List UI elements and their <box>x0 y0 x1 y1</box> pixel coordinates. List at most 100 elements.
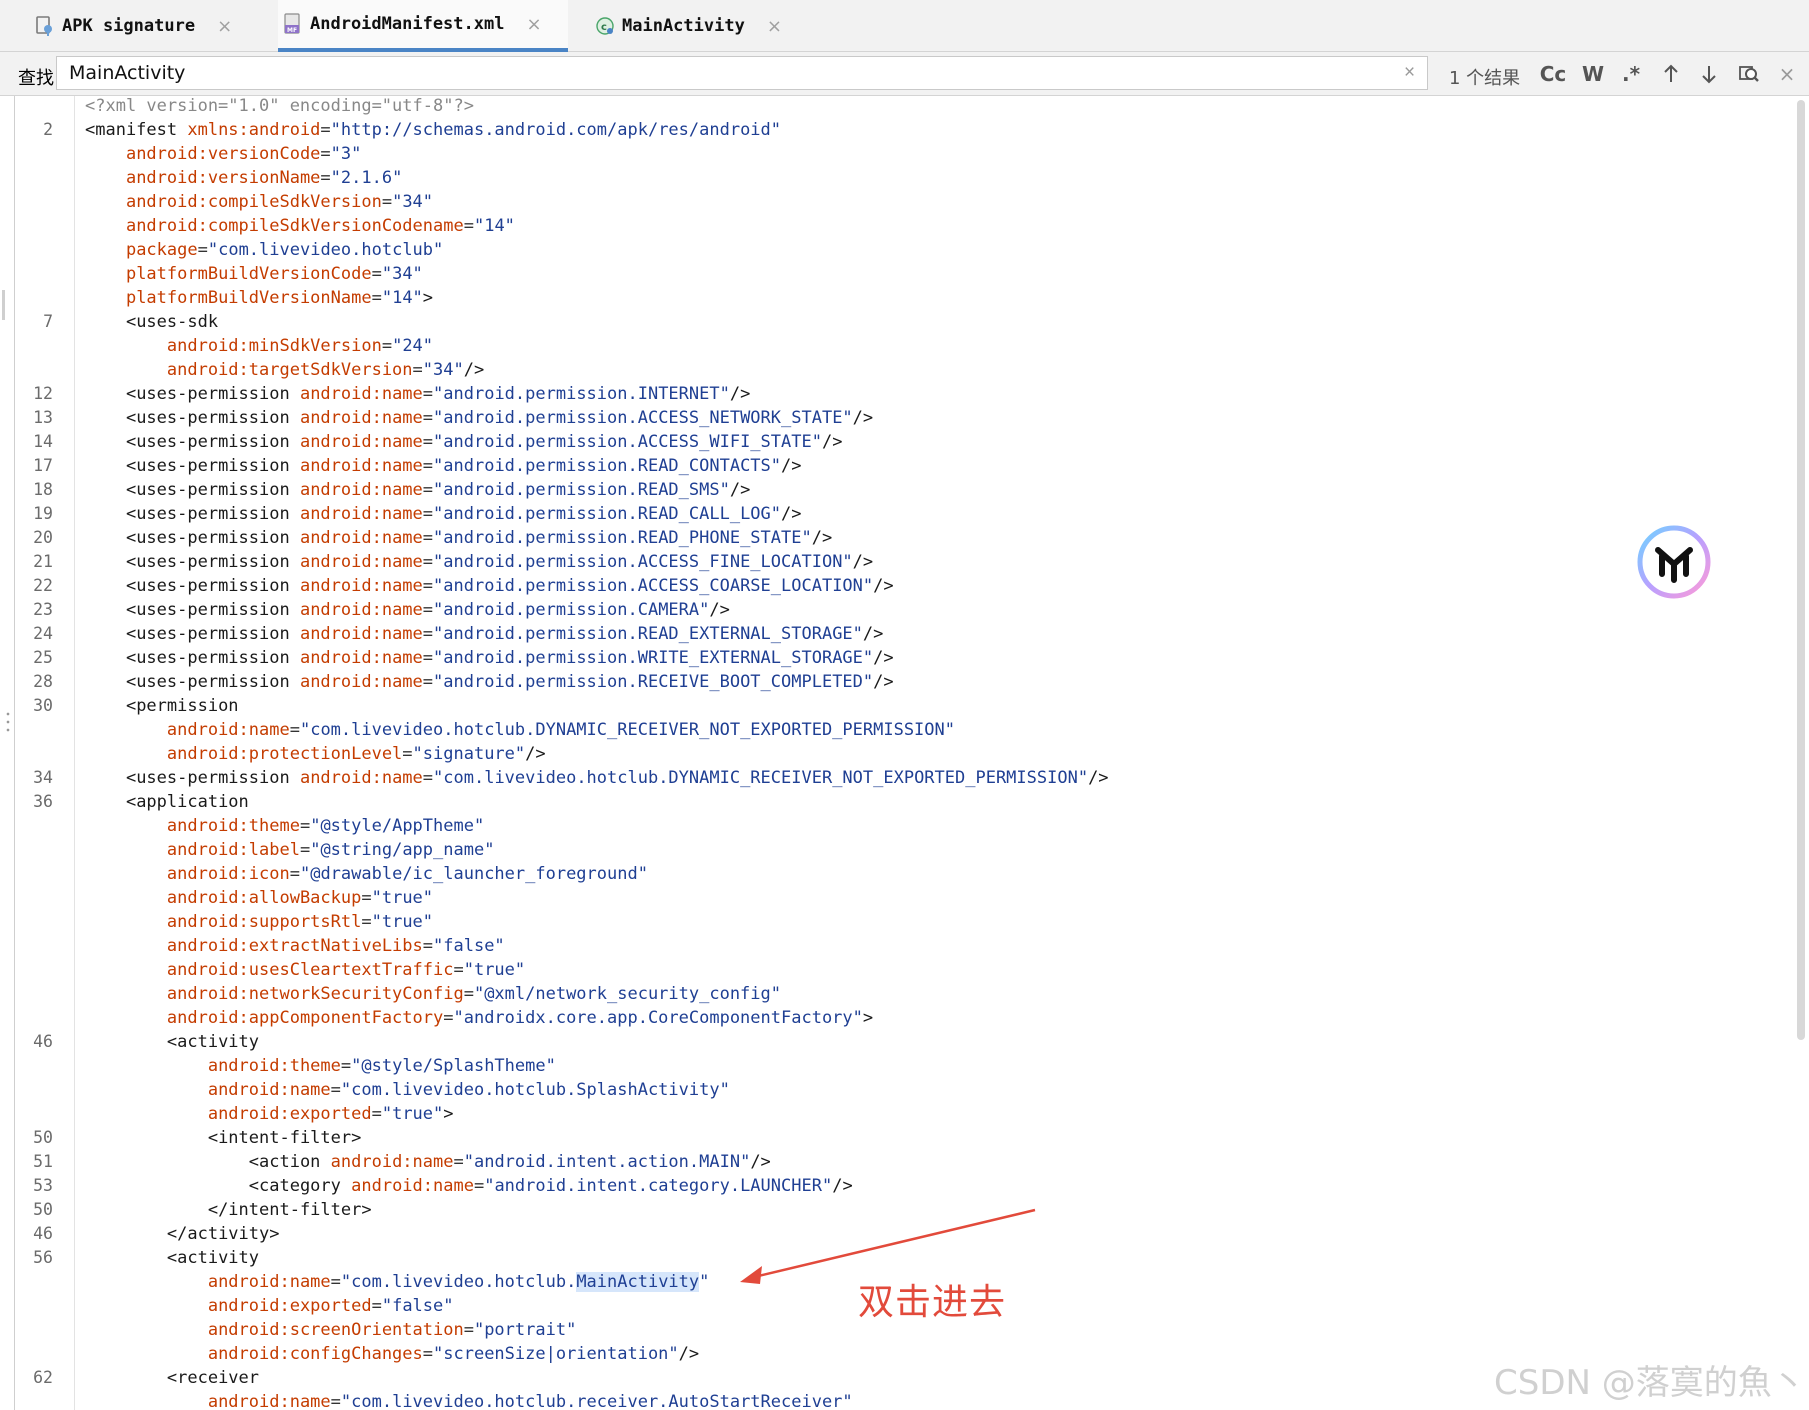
code-token: <manifest <box>85 120 188 140</box>
code-line[interactable]: <?xml version="1.0" encoding="utf-8"?> <box>85 96 474 118</box>
code-token: android:networkSecurityConfig <box>166 984 464 1004</box>
code-line[interactable]: <category android:name="android.intent.c… <box>85 1174 853 1198</box>
code-token: = <box>402 744 413 764</box>
code-line[interactable]: android:label="@string/app_name" <box>85 838 495 862</box>
code-token: "com.livevideo.hotclub. <box>340 1272 577 1292</box>
code-line[interactable]: <activity <box>85 1246 259 1270</box>
code-line[interactable]: <manifest xmlns:android="http://schemas.… <box>85 118 781 142</box>
code-line[interactable]: package="com.livevideo.hotclub" <box>85 238 443 262</box>
code-line[interactable]: <uses-permission android:name="android.p… <box>85 478 750 502</box>
code-line[interactable]: <uses-permission android:name="android.p… <box>85 430 843 454</box>
code-token: /> <box>678 1344 700 1364</box>
tab-main-activity[interactable]: c MainActivity × <box>594 0 782 52</box>
code-line[interactable]: android:theme="@style/AppTheme" <box>85 814 484 838</box>
code-line[interactable]: platformBuildVersionName="14"> <box>85 286 433 310</box>
code-line[interactable]: <uses-permission android:name="android.p… <box>85 526 832 550</box>
code-line[interactable]: </intent-filter> <box>85 1198 372 1222</box>
code-line[interactable]: android:name="com.livevideo.hotclub.DYNA… <box>85 718 955 742</box>
code-line[interactable]: <uses-permission android:name="android.p… <box>85 502 802 526</box>
code-token: "com.livevideo.hotclub" <box>207 240 444 260</box>
code-line[interactable]: android:name="com.livevideo.hotclub.rece… <box>85 1390 853 1410</box>
code-line[interactable]: android:appComponentFactory="androidx.co… <box>85 1006 873 1030</box>
code-line[interactable]: android:compileSdkVersion="34" <box>85 190 433 214</box>
code-token: "34" <box>422 360 464 380</box>
code-line[interactable]: <action android:name="android.intent.act… <box>85 1150 771 1174</box>
close-find-bar-icon[interactable]: × <box>1770 59 1804 89</box>
code-token: "android.intent.category.LAUNCHER" <box>484 1176 833 1196</box>
code-line[interactable]: <uses-permission android:name="android.p… <box>85 454 802 478</box>
code-line[interactable]: </activity> <box>85 1222 280 1246</box>
manifest-file-icon: MF <box>282 13 304 35</box>
tab-android-manifest[interactable]: MF AndroidManifest.xml × <box>278 0 568 52</box>
assistant-logo-icon[interactable] <box>1636 524 1712 600</box>
code-line[interactable]: android:versionCode="3" <box>85 142 361 166</box>
code-token: android:name <box>207 1392 331 1410</box>
code-line[interactable]: <application <box>85 790 249 814</box>
previous-match-button[interactable] <box>1654 59 1688 89</box>
code-line[interactable]: <uses-permission android:name="android.p… <box>85 646 894 670</box>
code-token: android:allowBackup <box>166 888 362 908</box>
line-number: 24 <box>33 624 53 643</box>
code-line[interactable]: android:versionName="2.1.6" <box>85 166 402 190</box>
code-line[interactable]: android:exported="true"> <box>85 1102 454 1126</box>
code-line[interactable]: <uses-permission android:name="android.p… <box>85 622 883 646</box>
code-line[interactable]: <activity <box>85 1030 259 1054</box>
code-line[interactable]: android:name="com.livevideo.hotclub.Main… <box>85 1270 709 1294</box>
code-line[interactable]: <intent-filter> <box>85 1126 362 1150</box>
code-line[interactable]: android:networkSecurityConfig="@xml/netw… <box>85 982 781 1006</box>
code-token: = <box>422 624 434 644</box>
code-line[interactable]: android:name="com.livevideo.hotclub.Spla… <box>85 1078 730 1102</box>
code-line[interactable]: android:exported="false" <box>85 1294 454 1318</box>
search-input[interactable] <box>56 56 1428 90</box>
code-line[interactable]: <receiver <box>85 1366 259 1390</box>
code-line[interactable]: <uses-permission android:name="android.p… <box>85 574 894 598</box>
code-token: <uses-permission <box>125 552 300 572</box>
code-token: <uses-permission <box>125 576 300 596</box>
vertical-scrollbar[interactable] <box>1797 100 1805 1040</box>
code-token: "android.permission.READ_CALL_LOG" <box>433 504 782 524</box>
code-line[interactable]: android:protectionLevel="signature"/> <box>85 742 546 766</box>
clear-search-icon[interactable]: × <box>1404 62 1415 84</box>
code-token: android:name <box>299 480 423 500</box>
code-line[interactable]: <uses-permission android:name="android.p… <box>85 598 730 622</box>
code-token: <uses-permission <box>125 648 300 668</box>
code-line[interactable]: android:icon="@drawable/ic_launcher_fore… <box>85 862 648 886</box>
code-line[interactable]: android:minSdkVersion="24" <box>85 334 433 358</box>
code-token: <activity <box>166 1248 260 1268</box>
drag-handle-icon[interactable] <box>6 710 10 734</box>
code-line[interactable]: <uses-permission android:name="android.p… <box>85 550 873 574</box>
close-icon[interactable]: × <box>526 14 541 35</box>
code-line[interactable]: android:screenOrientation="portrait" <box>85 1318 576 1342</box>
code-line[interactable]: android:configChanges="screenSize|orient… <box>85 1342 699 1366</box>
tab-apk-signature[interactable]: APK signature × <box>34 0 232 52</box>
code-line[interactable]: platformBuildVersionCode="34" <box>85 262 423 286</box>
code-line[interactable]: <permission <box>85 694 239 718</box>
find-in-selection-button[interactable] <box>1732 59 1766 89</box>
code-token: "android.permission.ACCESS_WIFI_STATE" <box>433 432 822 452</box>
close-icon[interactable]: × <box>767 16 782 37</box>
code-line[interactable]: <uses-permission android:name="android.p… <box>85 406 873 430</box>
regex-toggle[interactable]: .* <box>1614 59 1648 89</box>
code-line[interactable]: android:usesCleartextTraffic="true" <box>85 958 525 982</box>
code-line[interactable]: android:allowBackup="true" <box>85 886 433 910</box>
code-line[interactable]: android:extractNativeLibs="false" <box>85 934 505 958</box>
code-line[interactable]: <uses-permission android:name="android.p… <box>85 670 894 694</box>
code-line[interactable]: android:supportsRtl="true" <box>85 910 433 934</box>
whole-word-toggle[interactable]: W <box>1576 59 1610 89</box>
match-case-toggle[interactable]: Cc <box>1536 59 1570 89</box>
code-line[interactable]: <uses-permission android:name="android.p… <box>85 382 750 406</box>
close-icon[interactable]: × <box>217 16 232 37</box>
code-line[interactable]: android:theme="@style/SplashTheme" <box>85 1054 556 1078</box>
next-match-button[interactable] <box>1692 59 1726 89</box>
code-line[interactable]: <uses-sdk <box>85 310 218 334</box>
code-line[interactable]: android:targetSdkVersion="34"/> <box>85 358 484 382</box>
code-line[interactable]: android:compileSdkVersionCodename="14" <box>85 214 515 238</box>
code-line[interactable]: <uses-permission android:name="com.livev… <box>85 766 1109 790</box>
